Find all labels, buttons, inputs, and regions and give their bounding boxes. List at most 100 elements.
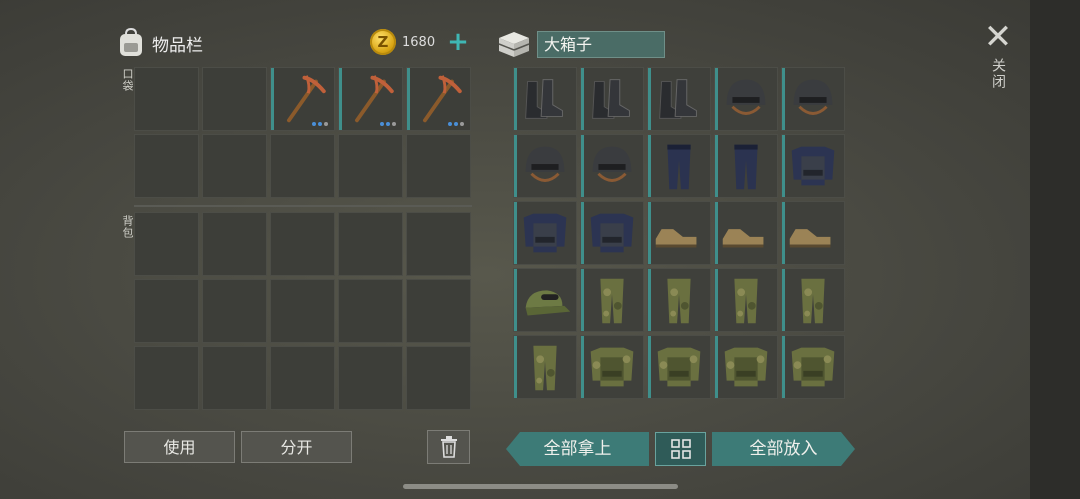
box-slot[interactable]: [513, 268, 577, 332]
backpack-slot[interactable]: [202, 212, 267, 276]
take-all-button[interactable]: 全部拿上: [506, 432, 649, 466]
pickaxe-icon: [339, 68, 402, 130]
close-button[interactable]: ✕ 关闭: [983, 20, 1013, 90]
camo-pants-icon: [715, 269, 777, 331]
pocket-slot[interactable]: [338, 134, 403, 198]
box-slot[interactable]: [781, 67, 845, 131]
camo-vest-icon: [782, 336, 844, 398]
helmet-icon: [581, 135, 643, 197]
boots-icon: [648, 68, 710, 130]
box-grid: [513, 67, 845, 399]
sort-button[interactable]: [655, 432, 706, 466]
helmet-icon: [715, 68, 777, 130]
backpack-slot[interactable]: [406, 346, 471, 410]
box-slot[interactable]: [513, 201, 577, 265]
box-slot[interactable]: [580, 335, 644, 399]
pocket-slot[interactable]: [338, 67, 403, 131]
box-slot[interactable]: [580, 67, 644, 131]
backpack-slot[interactable]: [338, 346, 403, 410]
split-button[interactable]: 分开: [241, 431, 352, 463]
pickaxe-icon: [407, 68, 470, 130]
police-vest-icon: [514, 202, 576, 264]
box-slot[interactable]: [647, 201, 711, 265]
box-slot[interactable]: [647, 67, 711, 131]
box-slot[interactable]: [714, 67, 778, 131]
trash-button[interactable]: [427, 430, 470, 464]
box-name-field[interactable]: 大箱子: [537, 30, 665, 58]
box-slot[interactable]: [647, 335, 711, 399]
camo-pants-icon: [581, 269, 643, 331]
backpack-slot[interactable]: [406, 279, 471, 343]
police-vest-icon: [782, 135, 844, 197]
box-slot[interactable]: [714, 134, 778, 198]
box-slot[interactable]: [513, 67, 577, 131]
pocket-slot[interactable]: [406, 67, 471, 131]
box-slot[interactable]: [647, 134, 711, 198]
backpack-icon: [120, 28, 142, 56]
box-slot[interactable]: [580, 268, 644, 332]
police-pants-icon: [648, 135, 710, 197]
currency-amount: 1680: [402, 34, 436, 50]
grid-sort-icon: [670, 439, 691, 459]
durability-dots: [448, 122, 464, 126]
box-slot[interactable]: [714, 268, 778, 332]
backpack-label: 背包: [121, 215, 134, 239]
box-slot[interactable]: [647, 268, 711, 332]
coin-icon: Z: [370, 29, 396, 55]
close-label: 关闭: [990, 58, 1006, 90]
cap-icon: [514, 269, 576, 331]
box-slot[interactable]: [513, 335, 577, 399]
box-slot[interactable]: [781, 134, 845, 198]
use-button[interactable]: 使用: [124, 431, 235, 463]
pocket-slot[interactable]: [202, 67, 267, 131]
box-slot[interactable]: [714, 201, 778, 265]
inventory-title: 物品栏: [152, 35, 203, 56]
pocket-slot[interactable]: [134, 134, 199, 198]
backpack-slot[interactable]: [270, 346, 335, 410]
backpack-slot[interactable]: [338, 212, 403, 276]
backpack-slot[interactable]: [270, 279, 335, 343]
camo-vest-icon: [715, 336, 777, 398]
backpack-slot[interactable]: [202, 346, 267, 410]
pocket-slot[interactable]: [134, 67, 199, 131]
backpack-grid: [134, 212, 471, 410]
backpack-slot[interactable]: [134, 212, 199, 276]
currency-display: Z 1680 +: [370, 29, 469, 55]
backpack-slot[interactable]: [338, 279, 403, 343]
camo-vest-icon: [581, 336, 643, 398]
helmet-icon: [514, 135, 576, 197]
shoes-icon: [715, 202, 777, 264]
backpack-slot[interactable]: [270, 212, 335, 276]
add-currency-button[interactable]: +: [447, 29, 469, 55]
pickaxe-icon: [271, 68, 334, 130]
pocket-slot[interactable]: [406, 134, 471, 198]
police-vest-icon: [581, 202, 643, 264]
put-all-button[interactable]: 全部放入: [712, 432, 855, 466]
box-slot[interactable]: [781, 268, 845, 332]
backpack-slot[interactable]: [202, 279, 267, 343]
box-slot[interactable]: [580, 134, 644, 198]
durability-dots: [380, 122, 396, 126]
section-divider: [134, 205, 472, 207]
pocket-slot[interactable]: [202, 134, 267, 198]
box-slot[interactable]: [781, 201, 845, 265]
pocket-slot[interactable]: [270, 67, 335, 131]
backpack-slot[interactable]: [134, 346, 199, 410]
helmet-icon: [782, 68, 844, 130]
box-slot[interactable]: [513, 134, 577, 198]
box-icon: [498, 32, 530, 57]
trash-icon: [440, 436, 457, 458]
box-slot[interactable]: [580, 201, 644, 265]
police-pants-icon: [715, 135, 777, 197]
pocket-slot[interactable]: [270, 134, 335, 198]
backpack-slot[interactable]: [134, 279, 199, 343]
box-slot[interactable]: [714, 335, 778, 399]
pocket-label: 口袋: [121, 68, 134, 92]
close-icon[interactable]: ✕: [983, 20, 1013, 54]
box-slot[interactable]: [781, 335, 845, 399]
right-panel-strip: [1030, 0, 1080, 499]
shoes-icon: [782, 202, 844, 264]
camo-pants-icon: [782, 269, 844, 331]
shoes-icon: [648, 202, 710, 264]
backpack-slot[interactable]: [406, 212, 471, 276]
